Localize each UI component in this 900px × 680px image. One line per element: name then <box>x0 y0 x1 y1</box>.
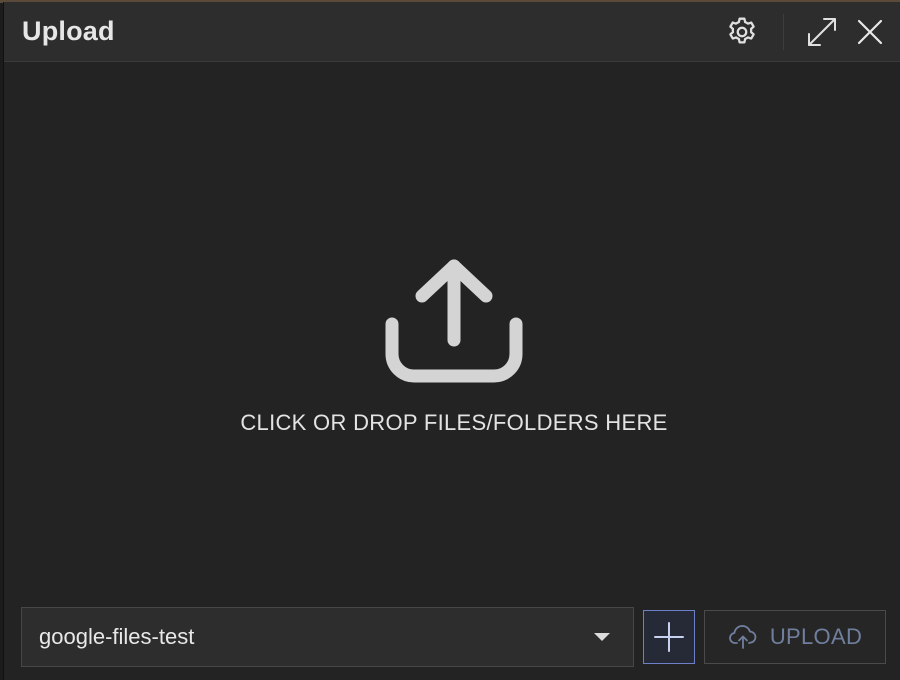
upload-button-label: UPLOAD <box>769 624 863 649</box>
expand-button[interactable] <box>802 12 842 52</box>
close-icon <box>857 19 883 45</box>
expand-icon <box>808 18 836 46</box>
add-bucket-button[interactable] <box>643 610 695 664</box>
gear-icon <box>729 17 755 44</box>
upload-dialog: Upload CLICK OR DROP FILES/FOLDERS HERE … <box>3 2 900 680</box>
dialog-titlebar: Upload <box>4 2 900 62</box>
bucket-select[interactable]: google-files-test <box>21 607 634 667</box>
file-dropzone[interactable]: CLICK OR DROP FILES/FOLDERS HERE <box>4 62 900 592</box>
titlebar-divider <box>783 14 784 50</box>
close-button[interactable] <box>850 12 890 52</box>
upload-tray-icon <box>385 259 523 383</box>
bucket-select-value: google-files-test <box>39 624 195 649</box>
cloud-upload-icon <box>729 625 757 649</box>
settings-button[interactable] <box>722 12 762 52</box>
dialog-title: Upload <box>22 16 115 46</box>
plus-icon <box>654 622 684 652</box>
upload-button[interactable]: UPLOAD <box>704 610 886 664</box>
chevron-down-icon <box>594 633 610 641</box>
dropzone-instructions: CLICK OR DROP FILES/FOLDERS HERE <box>240 410 668 435</box>
